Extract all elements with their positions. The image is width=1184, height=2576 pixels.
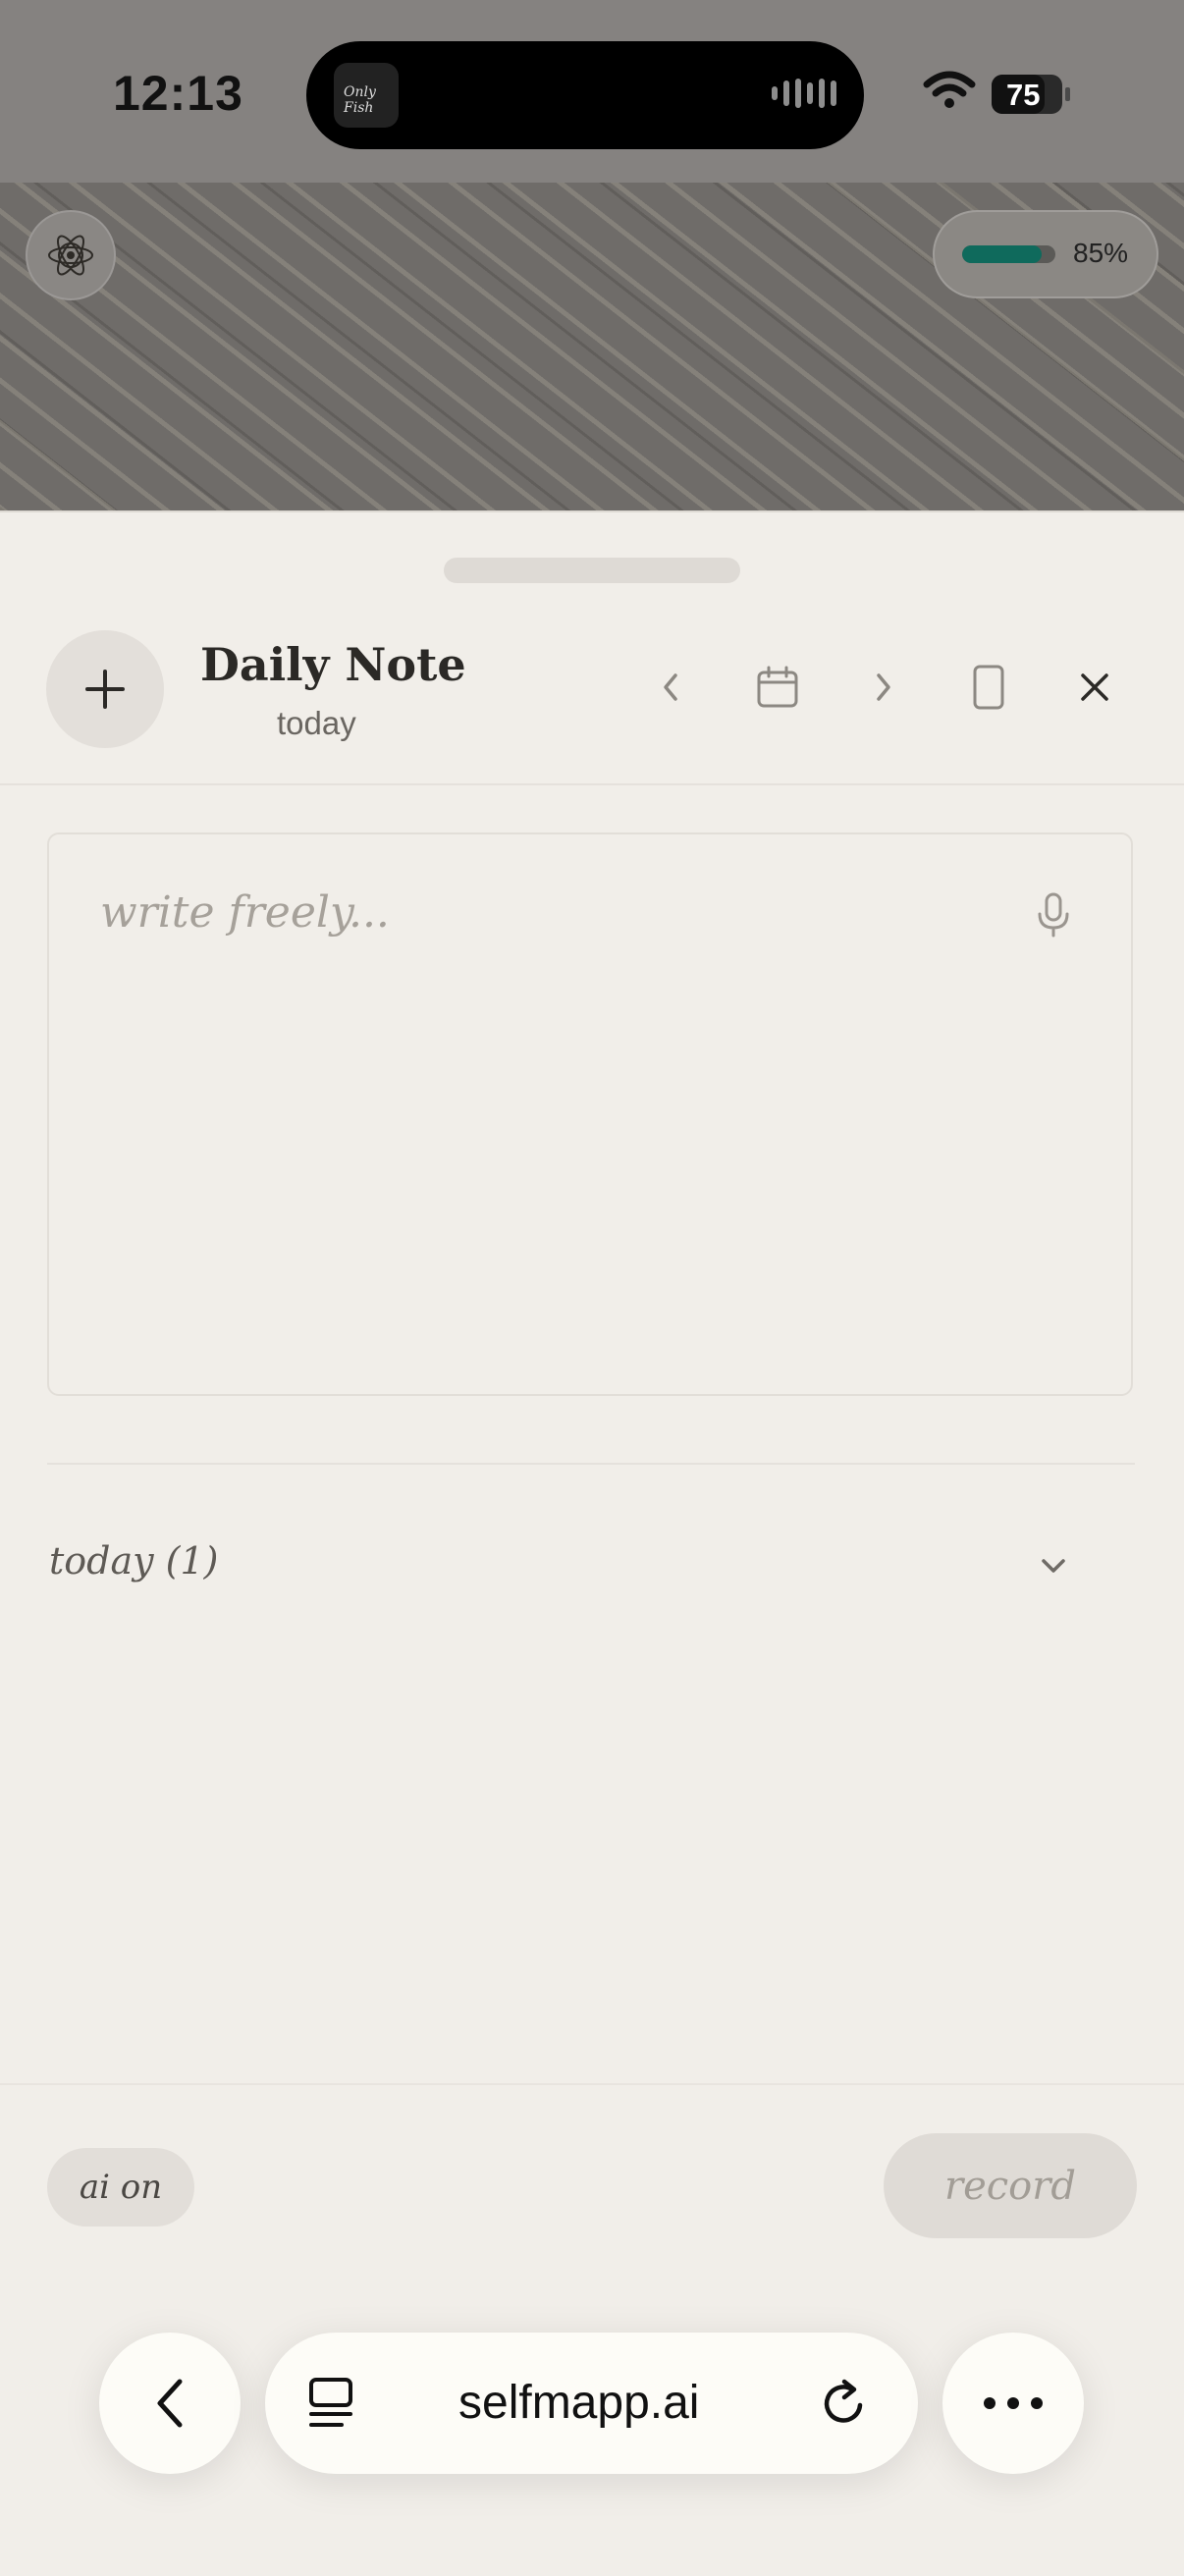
page-view-button[interactable] [959,658,1018,717]
previous-day-button[interactable] [641,658,700,717]
add-button[interactable] [46,630,164,748]
island-app-label: Only Fish [344,84,376,116]
microphone-icon [1038,892,1069,938]
page-icon [973,665,1004,710]
dictation-button[interactable] [1021,884,1086,948]
island-app-icon: Only Fish [334,63,399,128]
plus-icon [85,670,125,709]
header-divider [0,783,1184,785]
atom-icon [48,235,93,276]
calendar-button[interactable] [748,658,807,717]
close-icon [1081,673,1108,701]
note-editor [47,832,1133,1396]
status-time: 12:13 [113,66,243,121]
calendar-icon [757,666,798,708]
more-options-button[interactable] [942,2333,1084,2474]
note-textarea[interactable] [98,886,986,1341]
battery-level: 75 [1006,78,1041,112]
browser-back-button[interactable] [99,2333,241,2474]
today-entries-label: today (1) [49,1539,219,1583]
chevron-left-icon [157,2379,183,2428]
close-button[interactable] [1065,658,1124,717]
ellipsis-icon [984,2397,1043,2409]
page-title: Daily Note [200,638,466,691]
record-button[interactable]: record [884,2133,1137,2238]
dynamic-island[interactable]: Only Fish [306,41,864,149]
tabs-icon [309,2378,352,2427]
battery-nub [1065,87,1070,101]
audio-bars-icon [772,79,836,108]
entries-divider [47,1463,1135,1465]
url-text: selfmapp.ai [458,2377,700,2429]
progress-label: 85% [1073,238,1129,268]
reload-icon[interactable] [815,2374,874,2433]
next-day-button[interactable] [854,658,913,717]
wifi-icon [923,71,976,108]
sheet-grabber[interactable] [444,558,740,583]
chevron-right-icon [877,673,890,701]
chevron-down-icon [1029,1541,1078,1590]
footer-divider [0,2083,1184,2085]
today-entries-toggle[interactable]: today (1) [47,1531,1068,1600]
page-subtitle: today [277,705,356,741]
atom-button[interactable] [26,210,116,300]
address-bar[interactable]: selfmapp.ai [265,2333,918,2474]
battery-icon: 75 [992,75,1062,114]
chevron-left-icon [664,673,677,701]
status-bar: 12:13 Only Fish 75 [0,0,1184,183]
ai-toggle[interactable]: ai on [47,2148,194,2227]
progress-pill[interactable]: 85% [933,210,1158,298]
progress-bar [962,245,1055,263]
progress-fill [962,245,1042,263]
